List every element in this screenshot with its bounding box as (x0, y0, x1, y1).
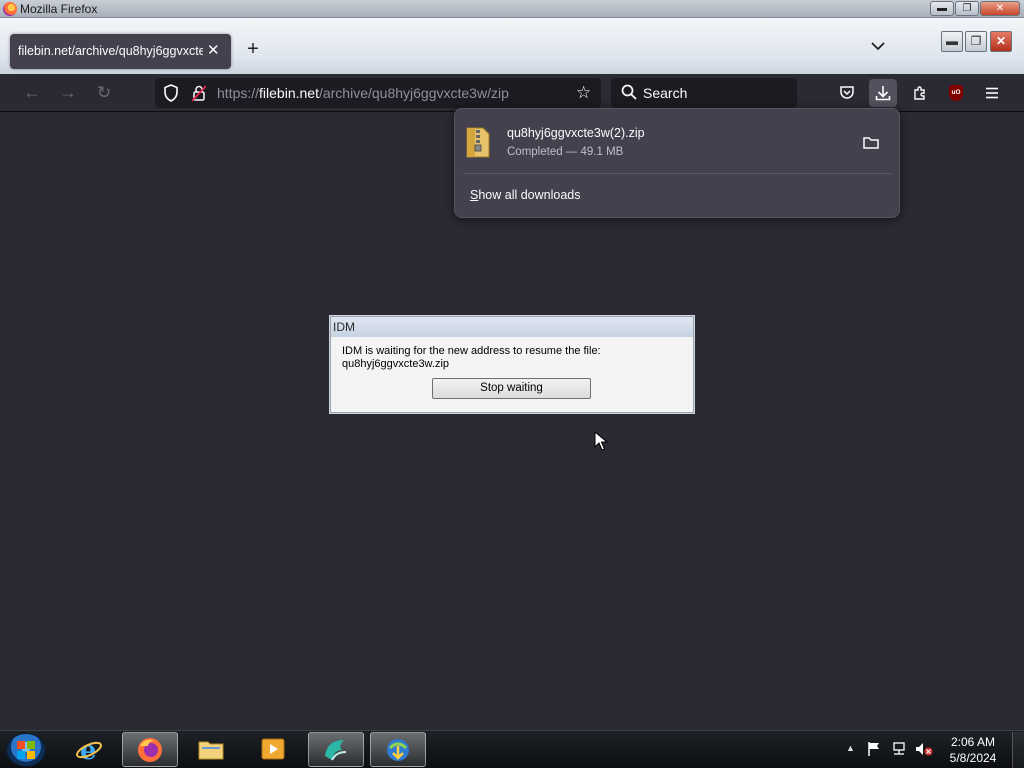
list-all-tabs-button[interactable] (871, 40, 885, 54)
download-status: Completed — 49.1 MB (507, 146, 624, 158)
search-icon (621, 84, 637, 100)
taskbar-app-teal[interactable] (308, 732, 364, 767)
window-minimize-button[interactable]: ▬ (941, 31, 963, 52)
taskbar: e ▲ 2:06 AM 5/8/2024 (0, 730, 1024, 768)
tracking-protection-shield-icon[interactable] (163, 84, 179, 102)
tab-title: filebin.net/archive/qu8hyj6ggvxcte3w/zip (18, 44, 203, 58)
search-placeholder: Search (643, 85, 688, 101)
teal-app-icon (325, 740, 347, 761)
window-close-button[interactable]: ✕ (990, 31, 1012, 52)
puzzle-piece-icon (914, 86, 925, 100)
show-hidden-icons-button[interactable]: ▲ (846, 743, 855, 753)
tab-active[interactable]: filebin.net/archive/qu8hyj6ggvxcte3w/zip… (10, 34, 231, 69)
downloads-panel: qu8hyj6ggvxcte3w(2).zip Completed — 49.1… (454, 108, 900, 218)
os-title-bar[interactable]: Mozilla Firefox ▬ ❐ ✕ (0, 0, 1024, 18)
firefox-icon (138, 738, 162, 762)
download-arrow-icon (875, 86, 891, 101)
bookmark-star-icon[interactable]: ☆ (576, 83, 591, 103)
url-domain: filebin.net (259, 85, 319, 101)
svg-text:e: e (80, 736, 97, 763)
internet-explorer-icon: e (76, 736, 102, 763)
media-player-icon (261, 738, 285, 760)
app-menu-button[interactable] (978, 79, 1006, 107)
ublock-origin-button[interactable]: uO (942, 79, 970, 107)
taskbar-internet-download-manager[interactable] (370, 732, 426, 767)
idm-icon (387, 739, 409, 761)
reload-button[interactable]: ↻ (93, 82, 115, 104)
stop-waiting-button[interactable]: Stop waiting (432, 378, 591, 399)
taskbar-media-player[interactable] (246, 732, 302, 767)
back-button[interactable]: ← (21, 82, 43, 104)
window-restore-button[interactable]: ❐ (965, 31, 987, 52)
new-tab-button[interactable]: + (244, 38, 262, 61)
show-all-label: how all downloads (478, 188, 581, 202)
show-desktop-button[interactable] (1012, 732, 1024, 768)
url-text[interactable]: https://filebin.net/archive/qu8hyj6ggvxc… (217, 85, 509, 101)
windows-logo-icon (17, 741, 35, 759)
show-in-folder-icon[interactable] (860, 133, 882, 153)
idm-title: IDM (333, 320, 355, 334)
tab-close-icon[interactable]: ✕ (207, 41, 220, 59)
mouse-cursor-icon (594, 431, 608, 451)
chevron-down-icon (871, 42, 885, 51)
zip-file-icon (466, 127, 490, 158)
insecure-lock-icon[interactable] (192, 84, 206, 102)
forward-button[interactable]: → (57, 82, 79, 104)
panel-divider (463, 173, 891, 174)
firefox-logo-icon (3, 2, 17, 16)
volume-muted-icon[interactable] (915, 741, 933, 757)
tab-strip: filebin.net/archive/qu8hyj6ggvxcte3w/zip… (0, 18, 1024, 74)
pocket-button[interactable] (833, 79, 861, 107)
hamburger-menu-icon (986, 87, 998, 99)
url-bar[interactable]: https://filebin.net/archive/qu8hyj6ggvxc… (155, 78, 601, 108)
navigation-toolbar: ← → ↻ https://filebin.net/archive/qu8hyj… (0, 74, 1024, 112)
os-maximize-button[interactable]: ❐ (955, 1, 979, 16)
taskbar-internet-explorer[interactable]: e (62, 732, 118, 767)
taskbar-file-explorer[interactable] (184, 732, 240, 767)
os-close-button[interactable]: ✕ (980, 1, 1020, 16)
os-minimize-button[interactable]: ▬ (930, 1, 954, 16)
network-icon[interactable] (891, 741, 907, 757)
clock-time[interactable]: 2:06 AM (940, 735, 1006, 749)
search-bar[interactable]: Search (611, 78, 797, 108)
idm-dialog: IDM IDM is waiting for the new address t… (330, 316, 694, 413)
pocket-icon (840, 86, 854, 99)
taskbar-firefox[interactable] (122, 732, 178, 767)
action-center-flag-icon[interactable] (867, 741, 881, 757)
os-window-title: Mozilla Firefox (20, 2, 98, 16)
extensions-button[interactable] (906, 79, 934, 107)
show-all-downloads-button[interactable]: Show all downloads (470, 188, 581, 202)
url-scheme: https:// (217, 85, 260, 101)
clock-date[interactable]: 5/8/2024 (940, 751, 1006, 765)
downloads-button[interactable] (869, 79, 897, 107)
folder-icon (198, 741, 224, 760)
idm-filename: qu8hyj6ggvxcte3w.zip (342, 358, 450, 370)
ublock-shield-icon: uO (949, 85, 963, 101)
url-path: /archive/qu8hyj6ggvxcte3w/zip (318, 85, 509, 101)
start-button[interactable] (6, 733, 46, 767)
idm-title-bar[interactable]: IDM (331, 317, 693, 337)
download-filename[interactable]: qu8hyj6ggvxcte3w(2).zip (507, 126, 645, 140)
idm-message: IDM is waiting for the new address to re… (342, 345, 601, 357)
